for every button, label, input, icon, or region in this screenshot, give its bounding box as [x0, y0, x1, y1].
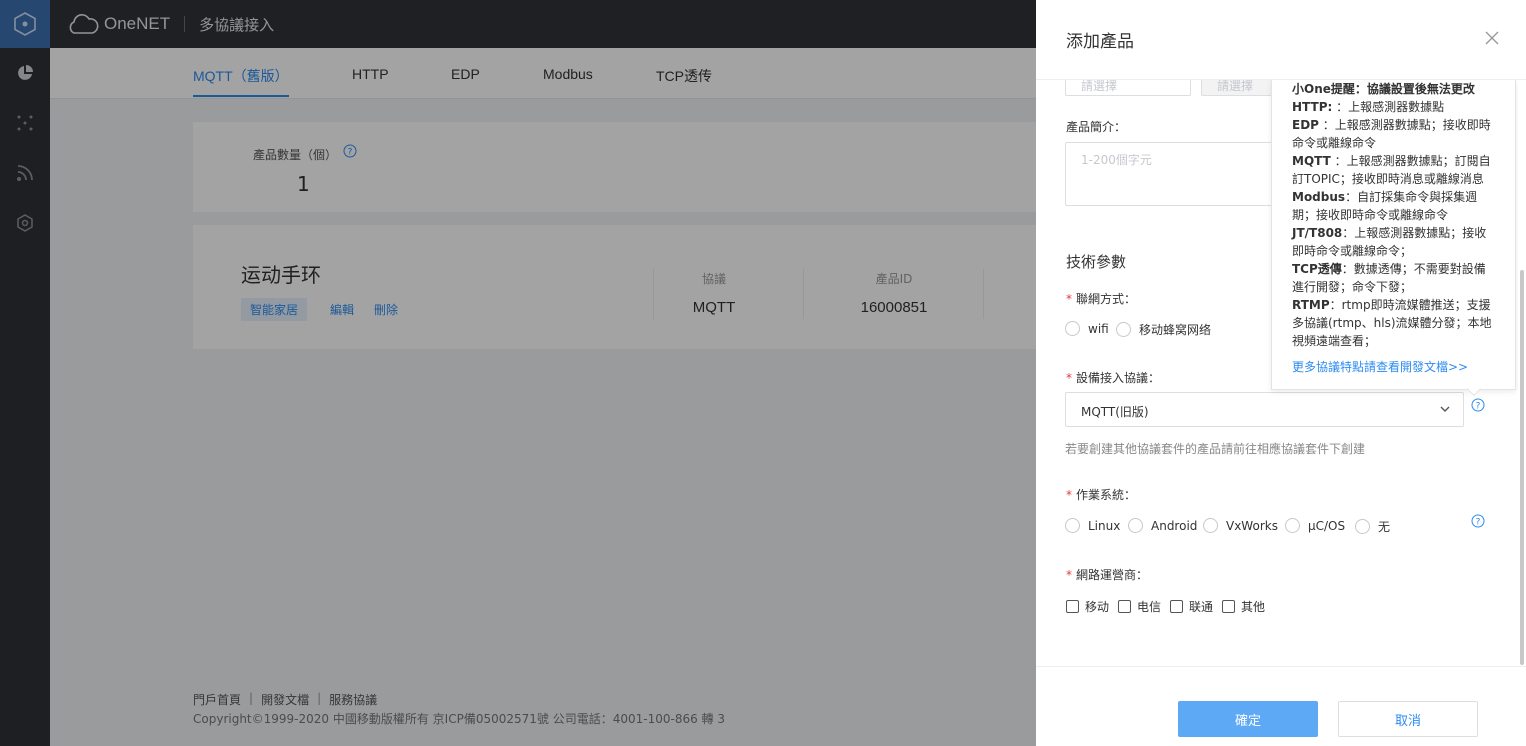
- tooltip-item: EDP ：上報感測器數據點；接收即時命令或離線命令: [1292, 116, 1497, 152]
- tooltip-arrow: [1466, 381, 1482, 397]
- tooltip-item-name: Modbus: [1292, 190, 1346, 204]
- protocol-label: * 設備接入協議：: [1066, 369, 1160, 386]
- checkbox-mobile-label: 移动: [1085, 600, 1110, 614]
- checkbox-unicom-label: 联通: [1189, 600, 1214, 614]
- radio-cellular[interactable]: 移动蜂窝网络: [1116, 321, 1211, 338]
- tooltip-item-name: MQTT: [1292, 154, 1331, 168]
- tooltip-item-name: EDP: [1292, 118, 1319, 132]
- radio-ucos[interactable]: μC/OS: [1285, 518, 1345, 533]
- tooltip-item-name: TCP透傳: [1292, 262, 1342, 276]
- radio-circle[interactable]: [1203, 518, 1218, 533]
- radio-linux-label: Linux: [1088, 518, 1121, 533]
- checkbox-square[interactable]: [1170, 600, 1183, 613]
- question-circle-icon[interactable]: ?: [1471, 398, 1485, 416]
- checkbox-square[interactable]: [1222, 600, 1235, 613]
- tooltip-item-name: JT/T808: [1292, 226, 1343, 240]
- radio-circle[interactable]: [1065, 321, 1080, 336]
- radio-vxworks[interactable]: VxWorks: [1203, 518, 1278, 533]
- drawer-header: 添加產品: [1036, 0, 1526, 80]
- close-icon[interactable]: [1484, 30, 1500, 50]
- radio-circle[interactable]: [1355, 519, 1370, 534]
- checkbox-telecom-label: 电信: [1137, 600, 1162, 614]
- svg-text:?: ?: [1476, 518, 1481, 528]
- radio-android[interactable]: Android: [1128, 518, 1197, 533]
- modal-backdrop[interactable]: [0, 0, 1036, 746]
- radio-wifi[interactable]: wifi: [1065, 321, 1109, 336]
- radio-circle[interactable]: [1128, 518, 1143, 533]
- tooltip-item-text: ：上報感測器數據點；接收即時命令或離線命令: [1292, 118, 1491, 150]
- category-placeholder: 請選擇: [1081, 80, 1118, 93]
- tooltip-item: RTMP：rtmp即時流媒體推送；支援多協議(rtmp、hls)流媒體分發；本地…: [1292, 296, 1497, 350]
- protocol-select[interactable]: MQTT(旧版): [1065, 392, 1464, 427]
- subcategory-placeholder: 請選擇: [1217, 80, 1254, 93]
- desc-placeholder: 1-200個字元: [1081, 153, 1152, 167]
- radio-android-label: Android: [1151, 518, 1198, 533]
- docs-link[interactable]: 更多協議特點請查看開發文檔>>: [1292, 358, 1468, 376]
- tooltip-title-text: 小One提醒：協議設置後無法更改: [1292, 82, 1475, 96]
- os-label-text: 作業系統：: [1076, 488, 1137, 502]
- radio-cellular-label: 移动蜂窝网络: [1139, 323, 1212, 337]
- checkbox-other-label: 其他: [1241, 600, 1266, 614]
- network-label: * 聯網方式：: [1066, 290, 1136, 307]
- required-mark: *: [1066, 488, 1072, 502]
- radio-circle[interactable]: [1116, 322, 1131, 337]
- radio-none[interactable]: 无: [1355, 518, 1390, 535]
- drawer-title: 添加產品: [1066, 32, 1134, 52]
- tooltip-item: Modbus：自訂採集命令與採集週期；接收即時命令或離線命令: [1292, 188, 1497, 224]
- required-mark: *: [1066, 292, 1072, 306]
- checkbox-other[interactable]: 其他: [1222, 598, 1265, 615]
- checkbox-square[interactable]: [1066, 600, 1079, 613]
- radio-linux[interactable]: Linux: [1065, 518, 1120, 533]
- radio-circle[interactable]: [1285, 518, 1300, 533]
- tooltip-title: 小One提醒：協議設置後無法更改: [1292, 80, 1497, 98]
- confirm-button[interactable]: 確定: [1178, 701, 1318, 737]
- add-product-drawer: 添加產品 請選擇 請選擇 產品簡介： 1-200個字元 技術參數 * 聯網方式： …: [1036, 0, 1526, 746]
- question-circle-icon[interactable]: ?: [1471, 514, 1485, 532]
- desc-label: 產品簡介：: [1066, 120, 1127, 134]
- carrier-label-text: 網路運營商：: [1076, 568, 1149, 582]
- tooltip-item: MQTT ：上報感測器數據點；訂閱自訂TOPIC；接收即時消息或離線消息: [1292, 152, 1497, 188]
- carrier-label: * 網路運營商：: [1066, 566, 1148, 583]
- required-mark: *: [1066, 371, 1072, 385]
- chevron-down-icon: [1439, 403, 1451, 419]
- drawer-scrollbar[interactable]: [1518, 80, 1526, 666]
- scrollbar-thumb[interactable]: [1520, 270, 1524, 665]
- tooltip-item: TCP透傳：數據透傳；不需要對設備進行開發；命令下發；: [1292, 260, 1497, 296]
- checkbox-telecom[interactable]: 电信: [1118, 598, 1161, 615]
- tech-params-title: 技術參數: [1066, 253, 1127, 271]
- svg-text:?: ?: [1476, 402, 1481, 412]
- required-mark: *: [1066, 568, 1072, 582]
- radio-none-label: 无: [1378, 520, 1391, 534]
- radio-wifi-label: wifi: [1088, 321, 1109, 336]
- protocol-info-tooltip: 小One提醒：協議設置後無法更改 HTTP: ：上報感測器數據點 EDP ：上報…: [1271, 80, 1516, 397]
- protocol-label-text: 設備接入協議：: [1076, 371, 1161, 385]
- os-label: * 作業系統：: [1066, 486, 1136, 503]
- tooltip-item-text: ：上報感測器數據點: [1336, 100, 1445, 114]
- checkbox-square[interactable]: [1118, 600, 1131, 613]
- checkbox-unicom[interactable]: 联通: [1170, 598, 1213, 615]
- tooltip-item: HTTP: ：上報感測器數據點: [1292, 98, 1497, 116]
- radio-ucos-label: μC/OS: [1308, 518, 1346, 533]
- radio-circle[interactable]: [1065, 518, 1080, 533]
- protocol-select-value: MQTT(旧版): [1081, 405, 1149, 419]
- network-label-text: 聯網方式：: [1076, 292, 1137, 306]
- radio-vxworks-label: VxWorks: [1226, 518, 1278, 533]
- tooltip-item: JT/T808：上報感測器數據點；接收即時命令或離線命令；: [1292, 224, 1497, 260]
- category-select[interactable]: 請選擇: [1065, 80, 1191, 96]
- protocol-hint: 若要創建其他協議套件的產品請前往相應協議套件下創建: [1065, 442, 1366, 456]
- drawer-footer: 確定 取消: [1036, 666, 1526, 746]
- drawer-body: 請選擇 請選擇 產品簡介： 1-200個字元 技術參數 * 聯網方式： wifi …: [1036, 80, 1526, 666]
- tooltip-item-name: RTMP: [1292, 298, 1330, 312]
- checkbox-mobile[interactable]: 移动: [1066, 598, 1109, 615]
- cancel-button[interactable]: 取消: [1338, 701, 1478, 737]
- tooltip-item-name: HTTP:: [1292, 100, 1333, 114]
